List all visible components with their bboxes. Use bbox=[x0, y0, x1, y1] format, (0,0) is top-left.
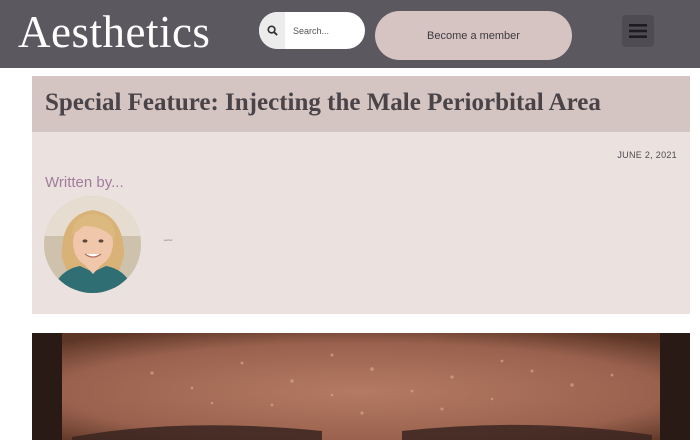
site-logo[interactable]: Aesthetics bbox=[18, 6, 210, 58]
become-member-button[interactable]: Become a member bbox=[375, 11, 572, 60]
article-title-bar: Special Feature: Injecting the Male Peri… bbox=[32, 76, 690, 132]
article-meta-panel: JUNE 2, 2021 Written by... author bbox=[32, 132, 690, 314]
site-header: Aesthetics Become a member bbox=[0, 0, 700, 68]
search-button[interactable] bbox=[259, 12, 285, 49]
menu-button[interactable] bbox=[622, 15, 654, 47]
article-hero-image bbox=[32, 333, 690, 440]
search-box[interactable] bbox=[259, 12, 365, 49]
search-input[interactable] bbox=[293, 25, 365, 36]
hamburger-menu-icon bbox=[629, 24, 647, 38]
article-title: Special Feature: Injecting the Male Peri… bbox=[45, 89, 601, 116]
author-avatar[interactable] bbox=[44, 196, 141, 293]
author-name[interactable]: author bbox=[164, 238, 173, 242]
search-icon bbox=[266, 25, 278, 36]
hero-photo bbox=[32, 333, 690, 440]
article-date: JUNE 2, 2021 bbox=[617, 150, 677, 160]
written-by-label: Written by... bbox=[45, 174, 124, 191]
author-photo bbox=[44, 196, 141, 293]
